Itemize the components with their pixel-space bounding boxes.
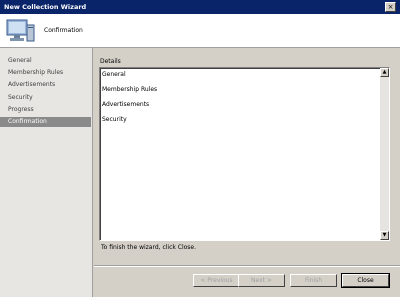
finish-button[interactable]: Finish: [290, 274, 337, 287]
details-line: Advertisements: [102, 101, 150, 108]
close-button[interactable]: Close: [341, 273, 390, 288]
details-label-text: Details: [100, 58, 121, 65]
details-textbox[interactable]: General Membership Rules Advertisements …: [99, 67, 390, 241]
computer-collection-icon: [6, 19, 35, 42]
details-line: Membership Rules: [102, 86, 158, 93]
close-window-button[interactable]: ×: [385, 2, 396, 12]
details-line: General: [102, 71, 126, 78]
details-line: Security: [102, 116, 127, 123]
details-label: Details: [100, 58, 121, 65]
button-separator: [94, 265, 400, 267]
sidebar-item-security[interactable]: Security: [0, 93, 91, 103]
wizard-banner: Confirmation: [0, 14, 400, 48]
sidebar-item-progress[interactable]: Progress: [0, 105, 91, 115]
sidebar-item-confirmation[interactable]: Confirmation: [0, 117, 91, 127]
next-button[interactable]: Next >: [238, 274, 285, 287]
wizard-window: New Collection Wizard × Confirmation Gen…: [0, 0, 400, 297]
finish-instruction: To finish the wizard, click Close.: [101, 244, 197, 251]
window-title: New Collection Wizard: [4, 3, 87, 11]
page-title: Confirmation: [44, 27, 83, 34]
previous-button[interactable]: < Previous: [193, 274, 240, 287]
sidebar-item-general[interactable]: General: [0, 56, 91, 66]
wizard-sidebar: General Membership Rules Advertisements …: [0, 48, 93, 297]
details-scrollbar[interactable]: ▲ ▼: [380, 68, 389, 240]
scroll-down-icon[interactable]: ▼: [380, 231, 389, 240]
title-bar[interactable]: New Collection Wizard ×: [0, 0, 400, 14]
scroll-up-icon[interactable]: ▲: [380, 68, 389, 77]
sidebar-item-advertisements[interactable]: Advertisements: [0, 80, 91, 90]
sidebar-item-membership-rules[interactable]: Membership Rules: [0, 68, 91, 78]
